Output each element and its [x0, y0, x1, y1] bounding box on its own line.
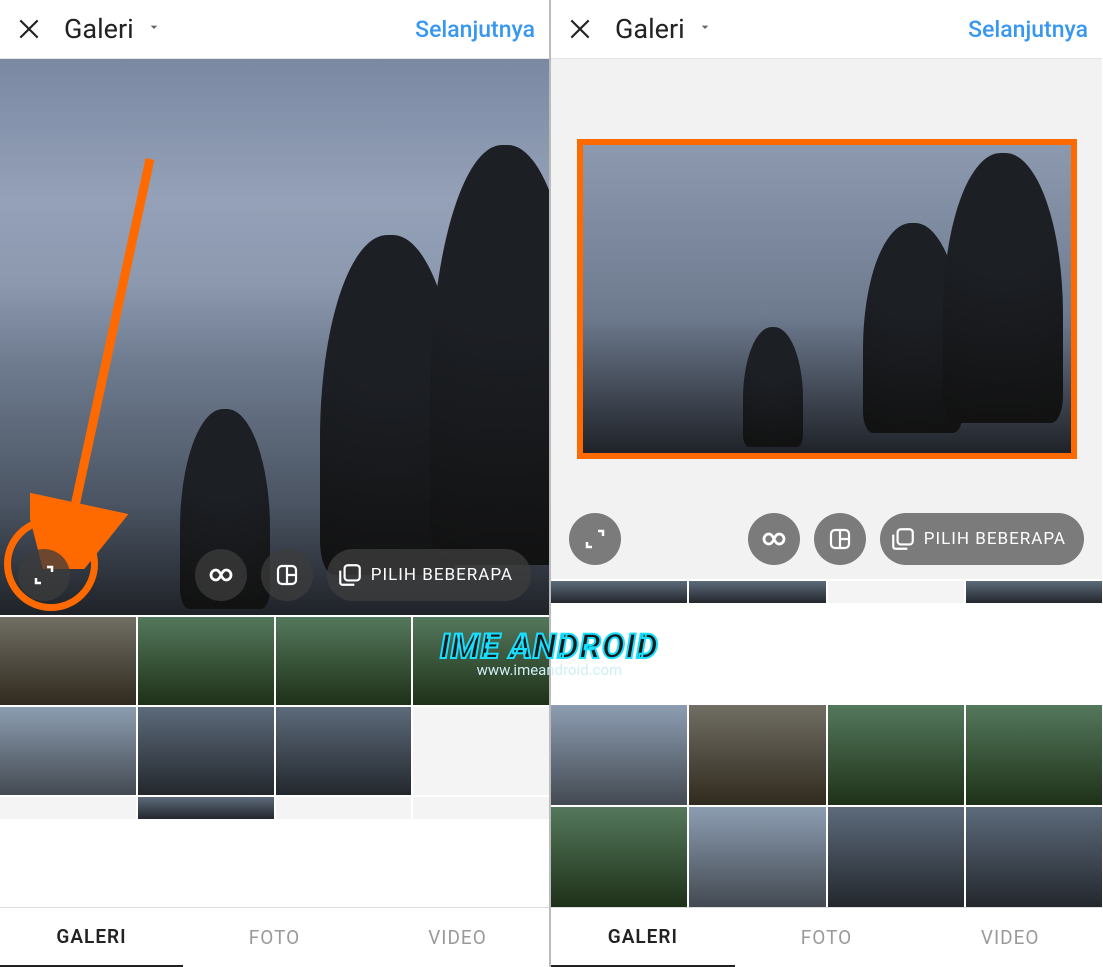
gallery-dropdown[interactable]: Galeri: [615, 13, 713, 45]
gallery-thumb[interactable]: [138, 797, 274, 819]
gallery-thumb[interactable]: [828, 581, 964, 603]
close-button[interactable]: [565, 14, 595, 44]
collage-icon: [828, 527, 852, 551]
bottom-tabs: GALERI FOTO VIDEO: [551, 907, 1102, 967]
multi-select-label: PILIH BEBERAPA: [924, 529, 1066, 549]
header-title: Galeri: [64, 13, 134, 45]
header-title: Galeri: [615, 13, 685, 45]
gallery-thumb[interactable]: [689, 581, 825, 603]
gallery-thumb[interactable]: [828, 705, 964, 805]
tab-video[interactable]: VIDEO: [918, 908, 1102, 967]
screenshot-left: Galeri Selanjutnya: [0, 0, 551, 967]
infinity-icon: [759, 524, 789, 554]
boomerang-button[interactable]: [195, 549, 247, 601]
expand-icon: [32, 563, 56, 587]
gallery-thumb[interactable]: [413, 797, 549, 819]
expand-icon: [583, 527, 607, 551]
tab-video[interactable]: VIDEO: [366, 908, 549, 967]
overlay-controls: PILIH BEBERAPA: [551, 495, 1102, 579]
gallery-thumb[interactable]: [0, 797, 136, 819]
screenshot-right: Galeri Selanjutnya: [551, 0, 1102, 967]
preview-area[interactable]: PILIH BEBERAPA: [551, 59, 1102, 579]
chevron-down-icon: [146, 19, 162, 39]
next-button[interactable]: Selanjutnya: [415, 16, 535, 43]
gallery-thumb[interactable]: [138, 707, 274, 795]
preview-image: [0, 59, 549, 615]
tab-gallery[interactable]: GALERI: [551, 908, 735, 967]
gallery-dropdown[interactable]: Galeri: [64, 13, 162, 45]
gallery-thumb[interactable]: [689, 807, 825, 907]
stack-icon: [337, 562, 363, 588]
gallery-thumb[interactable]: [551, 807, 687, 907]
infinity-icon: [206, 560, 236, 590]
collage-icon: [275, 563, 299, 587]
gallery-thumb[interactable]: [966, 705, 1102, 805]
gallery-thumb[interactable]: [0, 617, 136, 705]
tab-photo[interactable]: FOTO: [735, 908, 919, 967]
tab-gallery[interactable]: GALERI: [0, 908, 183, 967]
layout-button[interactable]: [261, 549, 313, 601]
gallery-thumb[interactable]: [138, 617, 274, 705]
gallery-grid: [551, 579, 1102, 907]
multi-select-button[interactable]: PILIH BEBERAPA: [327, 549, 531, 601]
header: Galeri Selanjutnya: [551, 0, 1102, 59]
gallery-thumb[interactable]: [0, 707, 136, 795]
gallery-thumb[interactable]: [413, 617, 549, 705]
layout-button[interactable]: [814, 513, 866, 565]
gallery-thumb[interactable]: [276, 707, 412, 795]
next-button[interactable]: Selanjutnya: [968, 16, 1088, 43]
gallery-thumb[interactable]: [276, 617, 412, 705]
close-icon: [567, 16, 593, 42]
chevron-down-icon: [697, 19, 713, 39]
close-icon: [16, 16, 42, 42]
header: Galeri Selanjutnya: [0, 0, 549, 59]
preview-area[interactable]: PILIH BEBERAPA: [0, 59, 549, 615]
gallery-thumb[interactable]: [413, 707, 549, 795]
overlay-controls: PILIH BEBERAPA: [0, 549, 549, 601]
multi-select-label: PILIH BEBERAPA: [371, 565, 513, 585]
gallery-thumb[interactable]: [551, 705, 687, 805]
gallery-grid: [0, 615, 549, 907]
close-button[interactable]: [14, 14, 44, 44]
gallery-thumb[interactable]: [276, 797, 412, 819]
expand-button[interactable]: [18, 549, 70, 601]
expand-button[interactable]: [569, 513, 621, 565]
gallery-thumb[interactable]: [551, 581, 687, 603]
bottom-tabs: GALERI FOTO VIDEO: [0, 907, 549, 967]
gallery-thumb[interactable]: [689, 705, 825, 805]
gallery-thumb[interactable]: [966, 807, 1102, 907]
boomerang-button[interactable]: [748, 513, 800, 565]
multi-select-button[interactable]: PILIH BEBERAPA: [880, 513, 1084, 565]
stack-icon: [890, 526, 916, 552]
gallery-thumb[interactable]: [966, 581, 1102, 603]
gallery-thumb[interactable]: [828, 807, 964, 907]
preview-image-landscape: [577, 139, 1077, 459]
tab-photo[interactable]: FOTO: [183, 908, 366, 967]
